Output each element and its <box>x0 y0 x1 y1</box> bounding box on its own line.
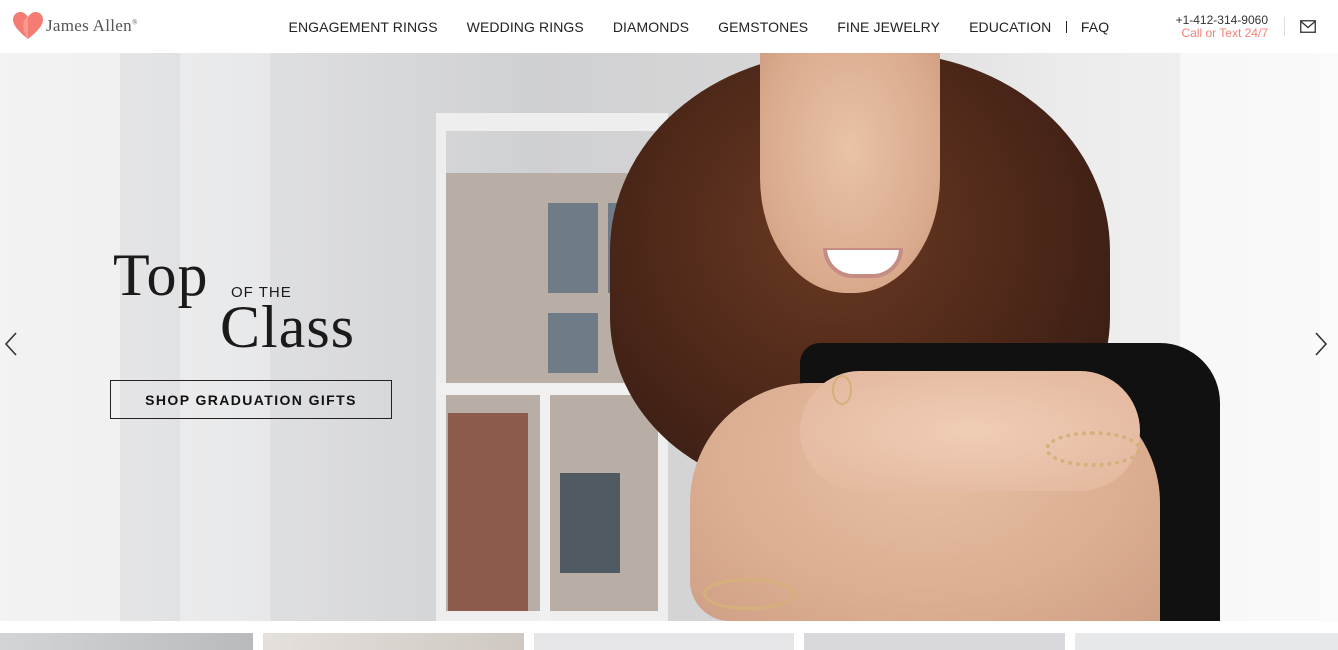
category-tiles <box>0 633 1338 650</box>
category-tile[interactable] <box>263 633 524 650</box>
contact-block[interactable]: +1-412-314-9060 Call or Text 24/7 <box>1176 14 1268 40</box>
nav-engagement-rings[interactable]: ENGAGEMENT RINGS <box>274 19 452 35</box>
main-nav: ENGAGEMENT RINGS WEDDING RINGS DIAMONDS … <box>274 0 1124 53</box>
nav-wedding-rings[interactable]: WEDDING RINGS <box>452 19 598 35</box>
nav-education[interactable]: EDUCATION <box>955 19 1066 35</box>
hero-title: Top OF THE Class <box>113 245 413 375</box>
heart-logo-icon <box>13 12 43 39</box>
category-tile[interactable] <box>804 633 1065 650</box>
tennis-bracelet <box>1045 431 1141 467</box>
brand-name: James Allen® <box>46 16 138 35</box>
mail-icon[interactable] <box>1300 20 1316 33</box>
site-header: James Allen® ENGAGEMENT RINGS WEDDING RI… <box>0 0 1338 53</box>
category-tile[interactable] <box>0 633 253 650</box>
call-or-text-label: Call or Text 24/7 <box>1181 26 1269 40</box>
header-divider <box>1284 17 1285 36</box>
nav-gemstones[interactable]: GEMSTONES <box>704 19 823 35</box>
nav-diamonds[interactable]: DIAMONDS <box>598 19 703 35</box>
shop-graduation-gifts-button[interactable]: SHOP GRADUATION GIFTS <box>110 380 392 419</box>
hero-title-class: Class <box>220 294 356 360</box>
chevron-left-icon[interactable] <box>2 331 22 357</box>
nav-faq[interactable]: FAQ <box>1067 19 1124 35</box>
stacked-rings <box>832 375 852 405</box>
category-tile[interactable] <box>534 633 794 650</box>
gold-bangle <box>703 578 795 610</box>
brand-logo[interactable]: James Allen® <box>12 11 138 41</box>
hero-title-top: Top <box>113 242 209 308</box>
category-tile[interactable] <box>1075 633 1338 650</box>
nav-fine-jewelry[interactable]: FINE JEWELRY <box>823 19 955 35</box>
chevron-right-icon[interactable] <box>1310 331 1330 357</box>
hero-banner[interactable]: Top OF THE Class SHOP GRADUATION GIFTS <box>0 53 1338 621</box>
window-mullion <box>540 383 550 621</box>
